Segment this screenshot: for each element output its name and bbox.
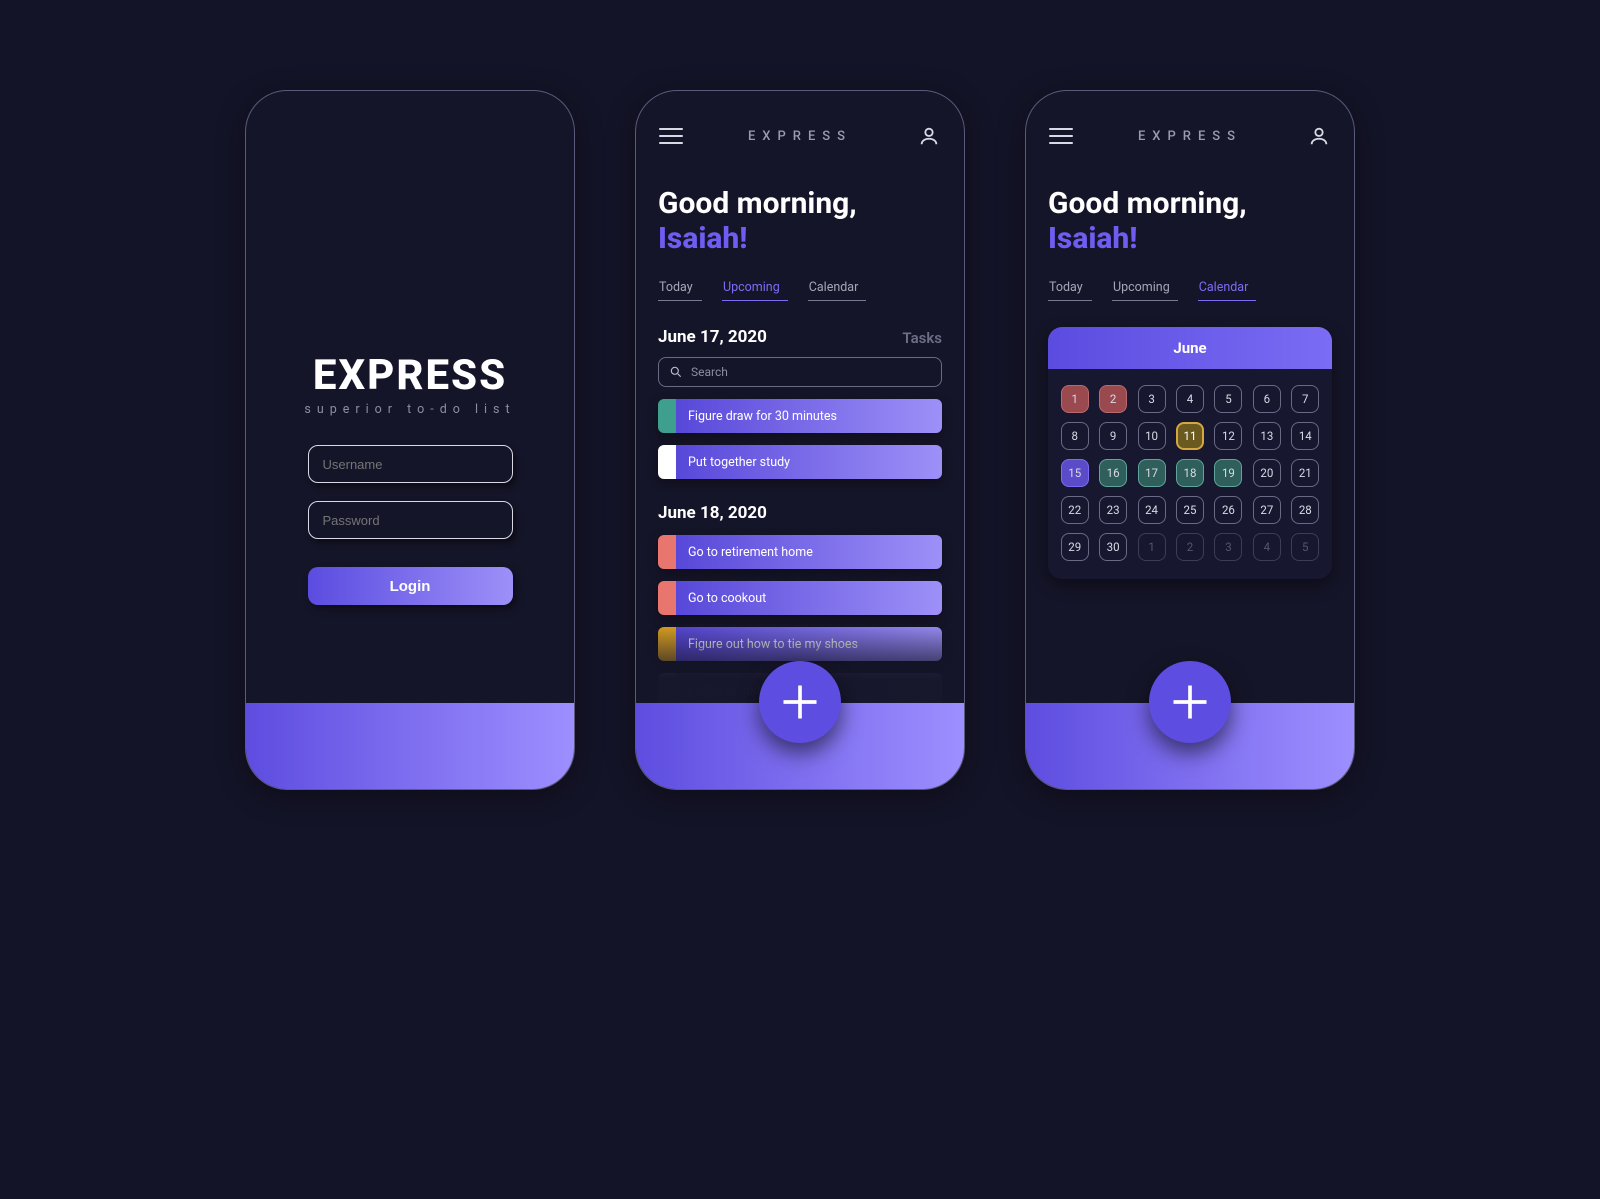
- greeting: Good morning, Isaiah!: [1048, 187, 1332, 256]
- greeting-line2: Isaiah!: [658, 222, 942, 257]
- calendar-day[interactable]: 5: [1214, 385, 1242, 413]
- task-label: Go to retirement home: [676, 535, 942, 569]
- calendar-day[interactable]: 10: [1138, 422, 1166, 450]
- tasks-label: Tasks: [902, 329, 942, 347]
- calendar-day[interactable]: 4: [1253, 533, 1281, 561]
- plus-icon: [778, 680, 822, 724]
- calendar-day[interactable]: 24: [1138, 496, 1166, 524]
- calendar-day[interactable]: 18: [1176, 459, 1204, 487]
- calendar-screen: EXPRESS Good morning, Isaiah! Today Upco…: [1025, 90, 1355, 790]
- login-screen: EXPRESS superior to-do list Login: [245, 90, 575, 790]
- calendar-day[interactable]: 12: [1214, 422, 1242, 450]
- greeting: Good morning, Isaiah!: [658, 187, 942, 256]
- calendar-day[interactable]: 3: [1138, 385, 1166, 413]
- bottom-bar: [246, 703, 574, 789]
- tab-upcoming[interactable]: Upcoming: [1112, 280, 1178, 301]
- calendar-day[interactable]: 20: [1253, 459, 1281, 487]
- task-item[interactable]: Go to retirement home: [658, 535, 942, 569]
- add-task-button[interactable]: [1149, 661, 1231, 743]
- task-color-chip: [658, 445, 676, 479]
- calendar-card: June 12345678910111213141516171819202122…: [1048, 327, 1332, 579]
- brand-header: EXPRESS: [1138, 129, 1242, 144]
- tabs: Today Upcoming Calendar: [658, 280, 942, 301]
- greeting-line1: Good morning,: [1048, 187, 1332, 222]
- brand-tagline: superior to-do list: [304, 402, 515, 417]
- calendar-day[interactable]: 2: [1099, 385, 1127, 413]
- calendar-day[interactable]: 4: [1176, 385, 1204, 413]
- task-color-chip: [658, 673, 676, 707]
- calendar-day[interactable]: 14: [1291, 422, 1319, 450]
- task-item[interactable]: Figure draw for 30 minutes: [658, 399, 942, 433]
- user-icon[interactable]: [1306, 123, 1332, 149]
- task-item[interactable]: Go to cookout: [658, 581, 942, 615]
- calendar-day[interactable]: 25: [1176, 496, 1204, 524]
- menu-icon[interactable]: [1048, 123, 1074, 149]
- calendar-month: June: [1048, 327, 1332, 369]
- menu-icon[interactable]: [658, 123, 684, 149]
- task-label: Go to cookout: [676, 581, 942, 615]
- task-item[interactable]: Figure out how to tie my shoes: [658, 627, 942, 661]
- calendar-day[interactable]: 19: [1214, 459, 1242, 487]
- date-1: June 17, 2020: [658, 327, 767, 347]
- search-icon: [669, 365, 683, 379]
- tabs: Today Upcoming Calendar: [1048, 280, 1332, 301]
- brand-logo: EXPRESS: [313, 351, 507, 400]
- calendar-day[interactable]: 17: [1138, 459, 1166, 487]
- plus-icon: [1168, 680, 1212, 724]
- greeting-line2: Isaiah!: [1048, 222, 1332, 257]
- task-color-chip: [658, 535, 676, 569]
- calendar-day[interactable]: 6: [1253, 385, 1281, 413]
- calendar-day[interactable]: 22: [1061, 496, 1089, 524]
- task-color-chip: [658, 581, 676, 615]
- task-color-chip: [658, 627, 676, 661]
- brand-header: EXPRESS: [748, 129, 852, 144]
- calendar-day[interactable]: 27: [1253, 496, 1281, 524]
- tab-calendar[interactable]: Calendar: [1198, 280, 1257, 301]
- calendar-day[interactable]: 8: [1061, 422, 1089, 450]
- greeting-line1: Good morning,: [658, 187, 942, 222]
- tab-calendar[interactable]: Calendar: [808, 280, 867, 301]
- calendar-day[interactable]: 7: [1291, 385, 1319, 413]
- calendar-day[interactable]: 26: [1214, 496, 1242, 524]
- calendar-day[interactable]: 1: [1061, 385, 1089, 413]
- task-color-chip: [658, 399, 676, 433]
- tab-today[interactable]: Today: [1048, 280, 1092, 301]
- top-bar: EXPRESS: [658, 119, 942, 153]
- tab-upcoming[interactable]: Upcoming: [722, 280, 788, 301]
- task-label: Put together study: [676, 445, 942, 479]
- calendar-day[interactable]: 16: [1099, 459, 1127, 487]
- calendar-day[interactable]: 3: [1214, 533, 1242, 561]
- calendar-day[interactable]: 28: [1291, 496, 1319, 524]
- calendar-day[interactable]: 30: [1099, 533, 1127, 561]
- top-bar: EXPRESS: [1048, 119, 1332, 153]
- tab-today[interactable]: Today: [658, 280, 702, 301]
- upcoming-screen: EXPRESS Good morning, Isaiah! Today Upco…: [635, 90, 965, 790]
- calendar-day[interactable]: 15: [1061, 459, 1089, 487]
- calendar-grid: 1234567891011121314151617181920212223242…: [1048, 369, 1332, 579]
- search-input[interactable]: Search: [658, 357, 942, 387]
- task-label: Figure out how to tie my shoes: [676, 627, 942, 661]
- login-button[interactable]: Login: [308, 567, 513, 605]
- search-placeholder: Search: [691, 365, 728, 379]
- calendar-day[interactable]: 23: [1099, 496, 1127, 524]
- task-label: Figure draw for 30 minutes: [676, 399, 942, 433]
- calendar-day[interactable]: 1: [1138, 533, 1166, 561]
- calendar-day[interactable]: 13: [1253, 422, 1281, 450]
- username-field[interactable]: [308, 445, 513, 483]
- calendar-day[interactable]: 2: [1176, 533, 1204, 561]
- password-field[interactable]: [308, 501, 513, 539]
- calendar-day[interactable]: 21: [1291, 459, 1319, 487]
- date-header-1: June 17, 2020 Tasks: [658, 327, 942, 347]
- calendar-day[interactable]: 9: [1099, 422, 1127, 450]
- calendar-day[interactable]: 29: [1061, 533, 1089, 561]
- calendar-day[interactable]: 5: [1291, 533, 1319, 561]
- user-icon[interactable]: [916, 123, 942, 149]
- date-2: June 18, 2020: [658, 503, 767, 523]
- calendar-day[interactable]: 11: [1176, 422, 1204, 450]
- task-item[interactable]: Put together study: [658, 445, 942, 479]
- add-task-button[interactable]: [759, 661, 841, 743]
- date-header-2: June 18, 2020: [658, 503, 942, 523]
